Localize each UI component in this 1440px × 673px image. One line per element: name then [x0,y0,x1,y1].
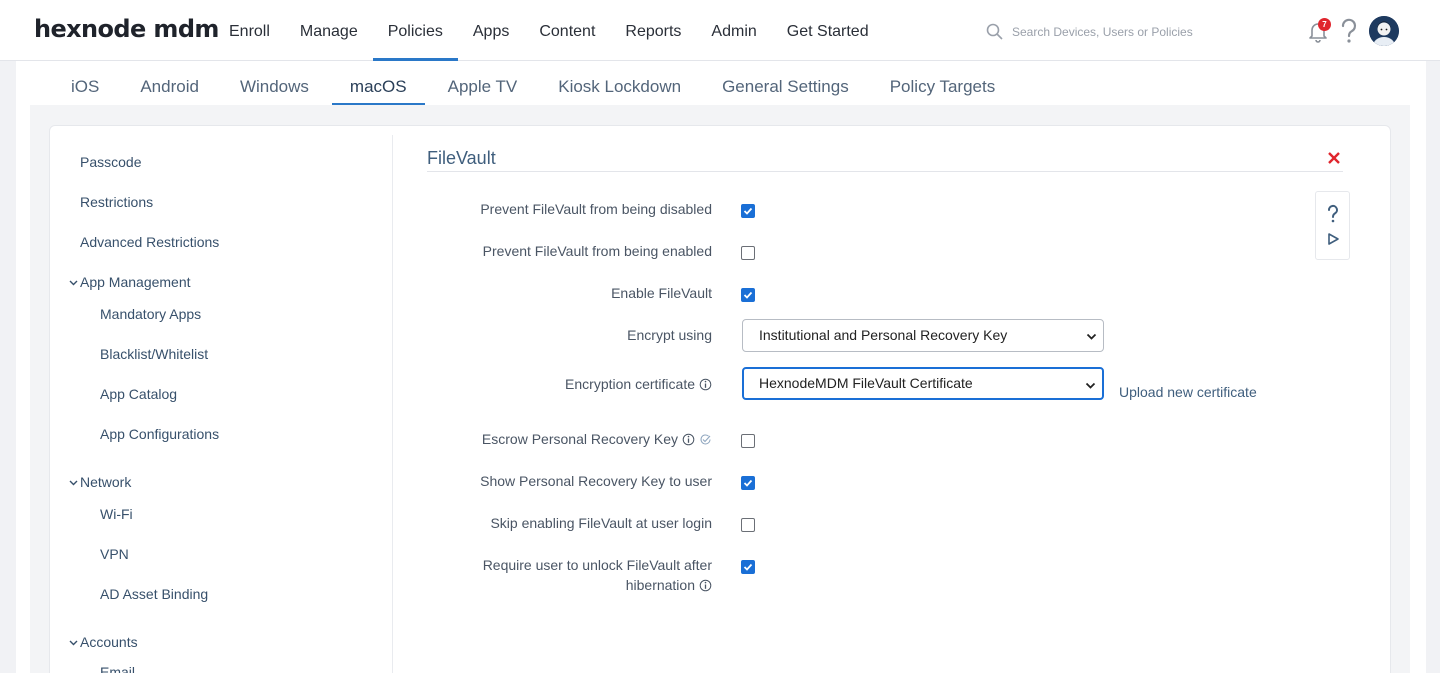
sidebar-item-ad-asset-binding[interactable]: AD Asset Binding [100,586,208,602]
sidebar-group-label: Accounts [80,634,138,650]
check-circle-icon [700,433,711,444]
sidebar-item-app-catalog[interactable]: App Catalog [100,386,177,402]
skip-login-label: Skip enabling FileVault at user login [490,515,712,531]
sidebar-item-advanced-restrictions[interactable]: Advanced Restrictions [80,234,219,250]
help-icon[interactable] [1326,204,1340,224]
encryption-certificate-select[interactable]: HexnodeMDM FileVault Certificate [742,367,1104,400]
sidebar-group-label: App Management [80,274,191,290]
chevron-down-icon [1086,333,1097,340]
show-key-label: Show Personal Recovery Key to user [480,473,712,489]
sidebar-group-accounts[interactable]: Accounts [69,634,138,650]
prevent-enabled-label: Prevent FileVault from being enabled [482,243,712,259]
sidebar-group-network[interactable]: Network [69,474,131,490]
encrypt-using-label: Encrypt using [627,327,712,343]
enable-filevault-checkbox[interactable] [741,288,755,302]
sidebar-item-passcode[interactable]: Passcode [80,154,141,170]
chevron-down-icon [69,280,78,285]
notification-count-badge: 7 [1318,18,1331,31]
prevent-enabled-checkbox[interactable] [741,246,755,260]
skip-login-checkbox[interactable] [741,518,755,532]
sidebar-group-app-management[interactable]: App Management [69,274,191,290]
nav-apps[interactable]: Apps [458,0,524,61]
title-divider [427,171,1343,172]
close-icon[interactable] [1326,150,1342,166]
nav-admin[interactable]: Admin [696,0,771,61]
escrow-key-checkbox[interactable] [741,434,755,448]
platform-tabs: iOS Android Windows macOS Apple TV Kiosk… [53,61,1018,105]
search-input[interactable] [1012,25,1262,39]
sidebar-item-restrictions[interactable]: Restrictions [80,194,153,210]
hexnode-logo[interactable]: hexnode mdm [34,15,219,43]
escrow-key-label: Escrow Personal Recovery Key [482,431,712,447]
section-title: FileVault [427,148,496,168]
help-icon [1341,18,1357,43]
avatar[interactable] [1369,16,1399,46]
nav-get-started[interactable]: Get Started [772,0,884,61]
tab-macos[interactable]: macOS [331,61,425,105]
tab-ios[interactable]: iOS [53,61,117,105]
sidebar-item-mandatory-apps[interactable]: Mandatory Apps [100,306,201,322]
tab-apple-tv[interactable]: Apple TV [430,61,536,105]
help-button[interactable] [1339,17,1359,45]
play-icon[interactable] [1326,232,1340,246]
info-icon[interactable] [699,579,712,592]
top-bar: hexnode mdm Enroll Manage Policies Apps … [0,0,1440,61]
encryption-certificate-label: Encryption certificate [565,376,712,392]
info-icon[interactable] [699,378,712,391]
nav-policies[interactable]: Policies [372,0,459,61]
info-icon[interactable] [682,433,695,446]
encrypt-using-select[interactable]: Institutional and Personal Recovery Key [742,319,1104,352]
help-panel [1315,191,1350,260]
tab-windows[interactable]: Windows [222,61,327,105]
nav-content[interactable]: Content [524,0,610,61]
chevron-down-icon [69,640,78,645]
search-icon[interactable] [986,23,1004,41]
chevron-down-icon [1085,382,1096,389]
prevent-disabled-checkbox[interactable] [741,204,755,218]
sidebar-item-vpn[interactable]: VPN [100,546,129,562]
sidebar-item-blacklist-whitelist[interactable]: Blacklist/Whitelist [100,346,208,362]
require-unlock-label-line1: Require user to unlock FileVault after [482,557,712,573]
chevron-down-icon [69,480,78,485]
sidebar-item-email[interactable]: Email [100,664,135,673]
sidebar-item-app-configurations[interactable]: App Configurations [100,426,219,442]
global-search [986,20,1276,44]
upload-certificate-link[interactable]: Upload new certificate [1119,384,1257,400]
notifications-button[interactable]: 7 [1306,18,1331,43]
require-unlock-label-line2: hibernation [626,577,712,593]
require-unlock-checkbox[interactable] [741,560,755,574]
prevent-disabled-label: Prevent FileVault from being disabled [480,201,712,217]
tab-kiosk-lockdown[interactable]: Kiosk Lockdown [540,61,699,105]
main-nav: Enroll Manage Policies Apps Content Repo… [214,0,884,61]
sidebar-group-label: Network [80,474,132,490]
encrypt-using-value: Institutional and Personal Recovery Key [759,327,1008,343]
nav-enroll[interactable]: Enroll [214,0,285,61]
nav-reports[interactable]: Reports [610,0,696,61]
sidebar-item-wifi[interactable]: Wi-Fi [100,506,133,522]
tab-general-settings[interactable]: General Settings [704,61,867,105]
nav-manage[interactable]: Manage [285,0,373,61]
encryption-certificate-value: HexnodeMDM FileVault Certificate [759,375,973,391]
show-key-checkbox[interactable] [741,476,755,490]
enable-filevault-label: Enable FileVault [611,285,712,301]
tab-policy-targets[interactable]: Policy Targets [872,61,1014,105]
tab-android[interactable]: Android [122,61,217,105]
